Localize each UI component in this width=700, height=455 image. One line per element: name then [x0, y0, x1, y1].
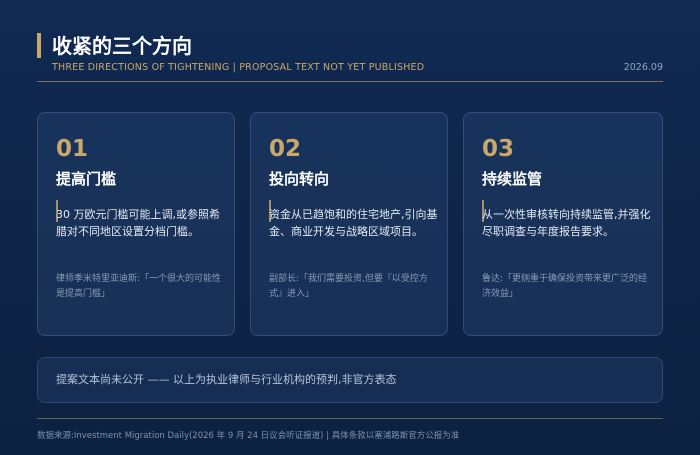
- card-quote: 律师季米特里亚迪斯:「一个很大的可能性是提高门槛」: [56, 274, 222, 299]
- card-title: 投向转向: [269, 170, 330, 188]
- card-number: 03: [482, 136, 515, 162]
- card-number: 02: [269, 136, 302, 162]
- source-footnote: 数据来源:Investment Migration Daily(2026 年 9…: [37, 431, 460, 441]
- footer-divider: [37, 418, 663, 419]
- card-raise-threshold: 01 提高门槛 30 万欧元门槛可能上调,或参照希腊对不同地区设置分档门槛。 律…: [37, 112, 235, 336]
- disclaimer-panel: 提案文本尚未公开 —— 以上为执业律师与行业机构的预判,非官方表态: [37, 357, 663, 403]
- date-label: 2026.09: [623, 62, 663, 73]
- card-number: 01: [56, 136, 89, 162]
- card-body: 30 万欧元门槛可能上调,或参照希腊对不同地区设置分档门槛。: [56, 208, 220, 238]
- title-accent-bar: [37, 33, 41, 58]
- header-divider: [37, 81, 663, 82]
- card-quote: 鲁达:「更侧重于确保投资带来更广泛的经济效益」: [482, 274, 648, 299]
- card-title: 提高门槛: [56, 170, 117, 188]
- disclaimer-text: 提案文本尚未公开 —— 以上为执业律师与行业机构的预判,非官方表态: [56, 373, 397, 386]
- card-body: 从一次性审核转向持续监管,并强化尽职调查与年度报告要求。: [482, 208, 651, 238]
- page-subtitle: THREE DIRECTIONS OF TIGHTENING | PROPOSA…: [52, 62, 425, 73]
- card-title: 持续监管: [482, 170, 543, 188]
- page-title: 收紧的三个方向: [52, 34, 192, 58]
- card-body: 资金从已趋饱和的住宅地产,引向基金、商业开发与战略区域项目。: [269, 208, 438, 238]
- card-ongoing-supervision: 03 持续监管 从一次性审核转向持续监管,并强化尽职调查与年度报告要求。 鲁达:…: [463, 112, 663, 336]
- card-redirect-investment: 02 投向转向 资金从已趋饱和的住宅地产,引向基金、商业开发与战略区域项目。 副…: [250, 112, 448, 336]
- card-quote: 副部长:「我们需要投资,但要『以受控方式』进入」: [269, 274, 428, 299]
